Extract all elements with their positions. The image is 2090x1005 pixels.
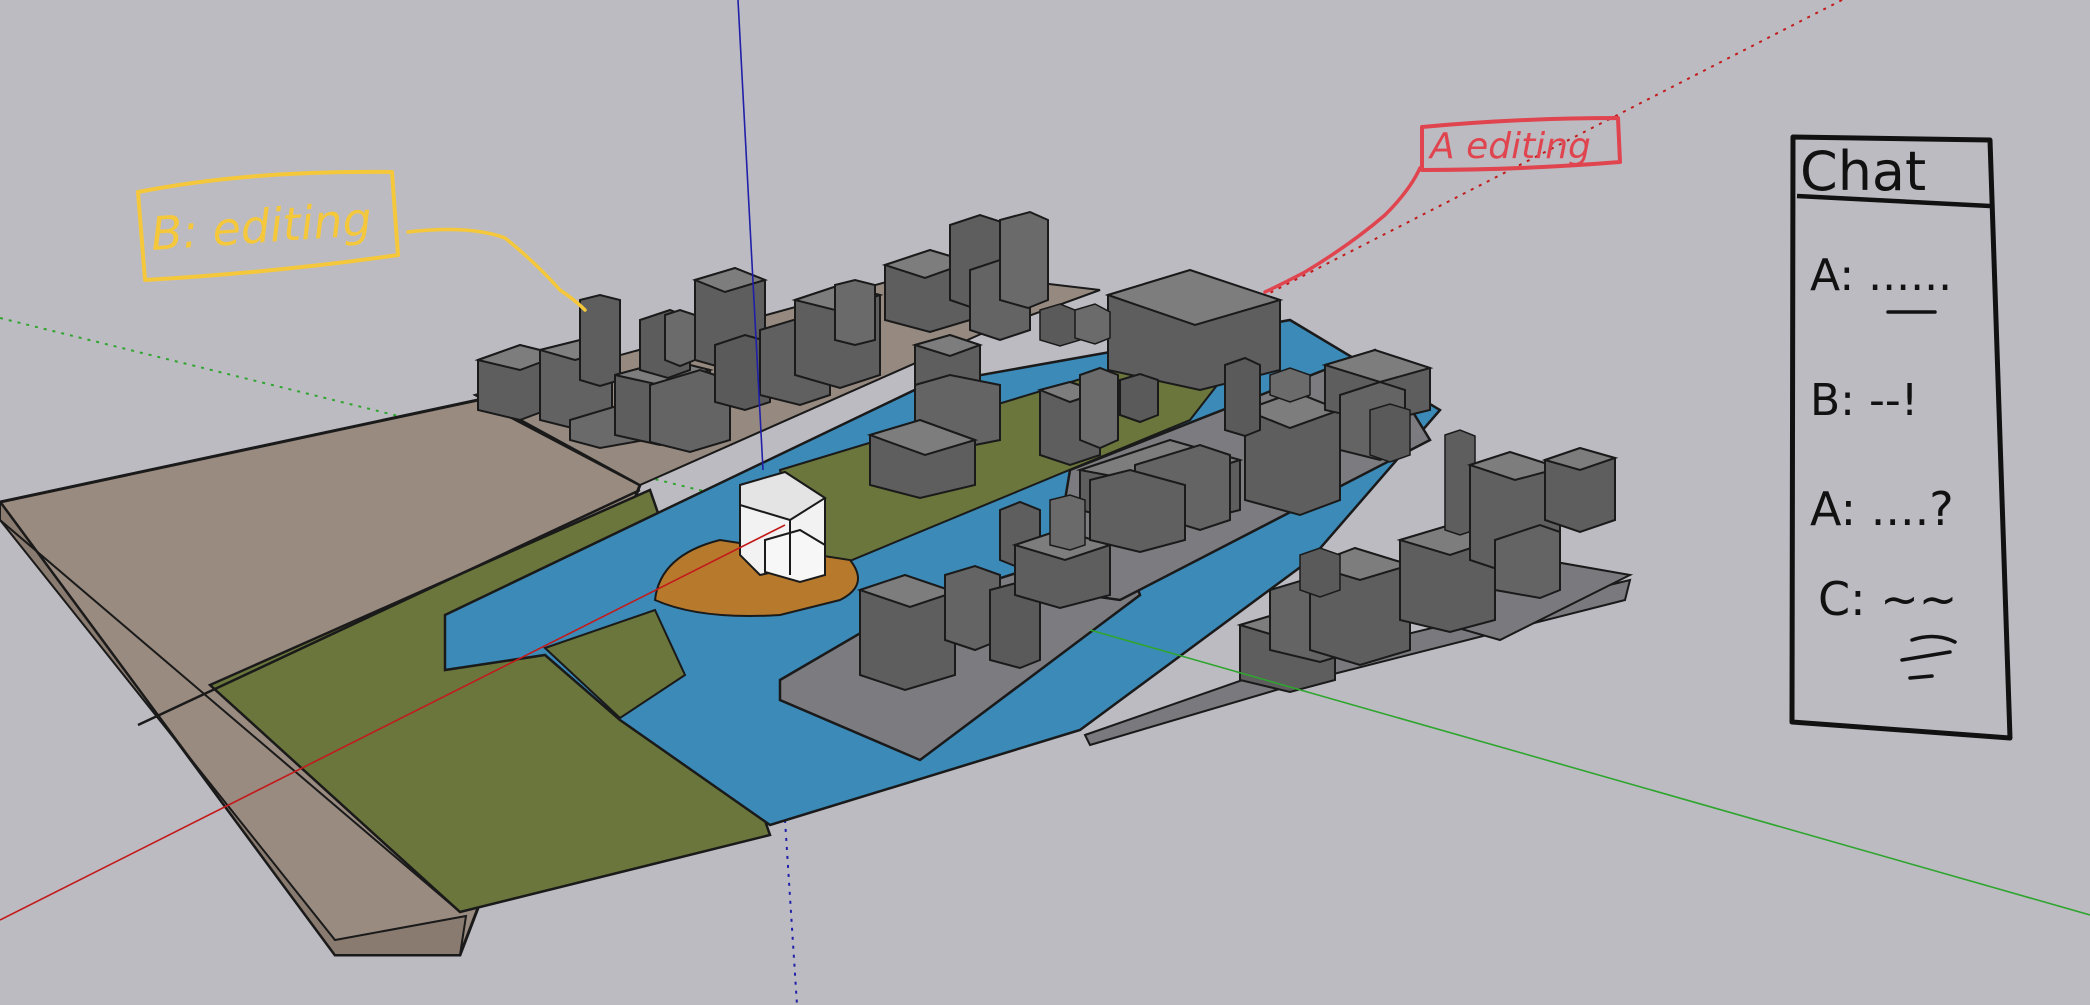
chat-panel[interactable]: Chat A: ...... B: --! A: ....? C: ~~ — [1789, 134, 2013, 741]
chat-scribble-2 — [1910, 634, 1957, 644]
annotation-a-label: A editing — [1428, 126, 1591, 167]
chat-panel-frame — [1789, 134, 2013, 741]
chat-panel-title: Chat — [1800, 140, 1926, 203]
chat-message-4: C: ~~ — [1818, 572, 1957, 626]
blue-axis-dotted — [784, 819, 798, 1005]
chat-message-2: B: --! — [1810, 375, 1918, 426]
3d-model-canvas[interactable]: B: editing A editing Chat A: ...... B: -… — [0, 0, 2090, 1005]
sketchup-viewport[interactable]: B: editing A editing Chat A: ...... B: -… — [0, 0, 2090, 1005]
annotation-a-leader — [1263, 166, 1422, 294]
chat-scribble-3 — [1900, 650, 1952, 662]
chat-scribble-4 — [1908, 674, 1934, 680]
annotation-b-label: B: editing — [149, 192, 373, 261]
annotation-a-editing: A editing — [1263, 116, 1622, 294]
annotation-b-editing: B: editing — [136, 169, 587, 312]
chat-message-1: A: ...... — [1810, 250, 1952, 301]
annotation-b-leader — [406, 227, 587, 312]
green-axis — [1089, 629, 2090, 916]
chat-message-3: A: ....? — [1810, 482, 1954, 536]
